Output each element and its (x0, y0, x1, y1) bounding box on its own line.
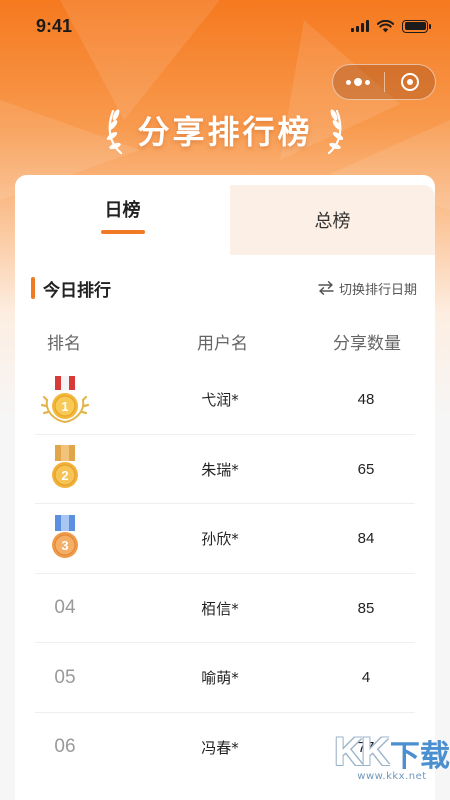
watermark-logo: KK 下载 www.kkx.net (332, 730, 450, 800)
rank-cell: 3 (39, 504, 91, 573)
medal-rank-text: 2 (61, 468, 68, 483)
rank-cell: 05 (39, 643, 91, 712)
page-header: 分享排行榜 (0, 100, 450, 160)
share-count-cell: 48 (357, 391, 375, 408)
column-share-count: 分享数量 (333, 334, 401, 354)
more-dots-icon (346, 78, 371, 86)
laurel-right-icon (327, 109, 343, 155)
watermark-url: www.kkx.net (357, 771, 427, 782)
watermark-brand: KK (334, 730, 390, 774)
rank-number: 06 (54, 736, 76, 757)
table-row: 04 栢信* 85 (35, 574, 415, 643)
medal-rank-text: 1 (61, 399, 68, 414)
rank-cell: 06 (39, 713, 91, 782)
username-cell: 朱瑞* (201, 460, 239, 479)
share-count-cell: 84 (357, 530, 375, 547)
rank-cell: 04 (39, 574, 91, 643)
battery-icon (402, 19, 431, 33)
ranking-card: 日榜 总榜 今日排行 切换排行日期 排名 用户名 分享数量 1 弋润* 48 2… (15, 175, 435, 800)
share-count-cell: 65 (357, 460, 375, 478)
username-cell: 喻萌* (201, 669, 239, 687)
section-title-text: 今日排行 (43, 280, 111, 301)
section-header: 今日排行 切换排行日期 (15, 273, 435, 303)
close-target-icon (400, 73, 419, 91)
switch-date-label: 切换排行日期 (338, 282, 417, 298)
section-title: 今日排行 (31, 276, 111, 301)
table-row: 3 孙欣* 84 (35, 504, 415, 574)
status-bar: 9:41 (0, 0, 450, 52)
username-cell: 栢信* (201, 599, 239, 618)
username-cell: 孙欣* (201, 530, 239, 548)
close-button[interactable] (385, 65, 436, 99)
table-row: 2 朱瑞* 65 (35, 435, 415, 504)
page-title: 分享排行榜 (137, 113, 313, 151)
rank-number: 05 (54, 666, 76, 688)
tab-total-label: 总榜 (314, 211, 351, 232)
laurel-left-icon (107, 109, 123, 155)
table-row: 1 弋润* 48 (35, 365, 415, 435)
gold-medal-icon: 1 (40, 375, 90, 423)
tab-daily-label: 日榜 (104, 200, 141, 221)
signal-icon (351, 20, 369, 32)
username-cell: 冯春* (201, 738, 239, 757)
switch-date-button[interactable]: 切换排行日期 (318, 279, 417, 298)
section-accent-bar (31, 277, 35, 299)
watermark-brand-cn: 下载 (389, 738, 450, 774)
rank-number: 04 (54, 597, 76, 618)
silver-medal-icon: 2 (52, 445, 78, 488)
status-time: 9:41 (36, 15, 73, 36)
ranking-list: 1 弋润* 48 2 朱瑞* 65 3 孙欣* 84 04 栢信* 85 05 … (15, 365, 435, 782)
tab-total[interactable]: 总榜 (230, 180, 435, 260)
more-button[interactable] (333, 65, 384, 99)
mini-program-capsule (332, 64, 436, 100)
share-count-cell: 85 (357, 599, 375, 617)
column-username: 用户名 (197, 334, 248, 354)
table-header: 排名 用户名 分享数量 (15, 325, 435, 355)
column-rank: 排名 (47, 334, 81, 354)
rank-cell: 2 (39, 435, 91, 504)
tab-daily[interactable]: 日榜 (15, 175, 230, 255)
username-cell: 弋润* (201, 391, 239, 409)
bronze-medal-icon: 3 (52, 514, 78, 558)
medal-rank-text: 3 (61, 538, 68, 553)
table-row: 05 喻萌* 4 (35, 643, 415, 713)
rank-cell: 1 (39, 365, 91, 434)
wifi-icon (377, 19, 394, 32)
tab-active-indicator (100, 230, 145, 234)
swap-arrows-icon (318, 281, 334, 295)
share-count-cell: 4 (361, 669, 371, 686)
tab-bar: 日榜 总榜 (15, 175, 435, 255)
status-icons (351, 19, 431, 33)
